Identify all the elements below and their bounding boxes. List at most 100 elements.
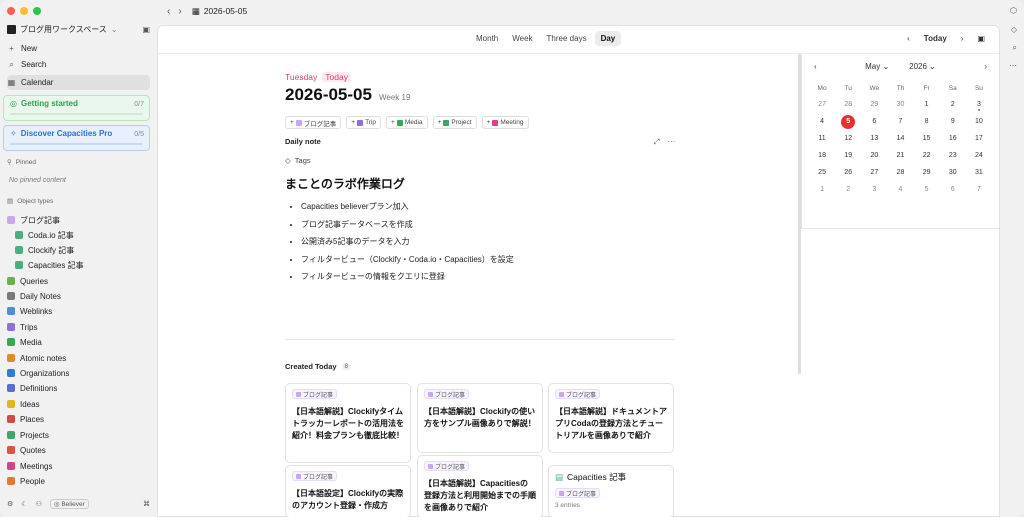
next-day-button[interactable]: › [961, 34, 964, 43]
calendar-day[interactable]: 6 [940, 181, 966, 198]
sidebar-item[interactable]: Media [7, 335, 42, 349]
sidebar-item[interactable]: Quotes [7, 443, 46, 457]
calendar-day[interactable]: 29 [861, 96, 887, 113]
calendar-day[interactable]: 26 [835, 164, 861, 181]
calendar-day[interactable]: 22 [914, 147, 940, 164]
getting-started-card[interactable]: ◎ Getting started 0/7 [3, 95, 150, 121]
calendar-day[interactable]: 27 [809, 96, 835, 113]
created-card[interactable]: ブログ記事 【日本語解説】ドキュメントアプリCodaの登録方法とチュートリアルを画… [548, 383, 674, 453]
month-select[interactable]: May ⌄ [865, 62, 889, 71]
sidebar-item[interactable]: Clockify 記事 [15, 243, 74, 257]
note-heading[interactable]: まことのラボ作業ログ [285, 175, 675, 192]
more-icon[interactable]: ⋯ [1009, 61, 1017, 70]
sidebar-item[interactable]: People [7, 474, 45, 488]
tab-view[interactable]: Three days [541, 31, 593, 46]
calendar-day[interactable]: 11 [809, 130, 835, 147]
bullet-item[interactable]: 公開済み5記事のデータを入力 [301, 233, 675, 251]
zoom-window-button[interactable] [33, 7, 41, 15]
bullet-item[interactable]: フィルタービュー（Clockify・Coda.io・Capacities）を設定 [301, 251, 675, 269]
calendar-day[interactable]: 17 [966, 130, 992, 147]
calendar-day[interactable]: 8 [914, 113, 940, 130]
sidebar-item[interactable]: Definitions [7, 381, 57, 395]
sidebar-item[interactable]: Organizations [7, 366, 69, 380]
calendar-day[interactable]: 6 [861, 113, 887, 130]
bullet-item[interactable]: Capacities believerプラン加入 [301, 198, 675, 216]
sidebar-item[interactable]: Weblinks [7, 304, 52, 318]
calendar-day[interactable]: 12 [835, 130, 861, 147]
calendar-day[interactable]: 23 [940, 147, 966, 164]
command-icon[interactable]: ⌘ [143, 500, 150, 508]
calendar-picker-icon[interactable]: ▣ [977, 34, 985, 43]
calendar-day[interactable]: 19 [835, 147, 861, 164]
year-select[interactable]: 2026 ⌄ [909, 62, 936, 71]
back-button[interactable]: ‹ [167, 6, 170, 17]
sidebar-item[interactable]: Coda.io 記事 [15, 228, 74, 242]
discover-pro-card[interactable]: ✧ Discover Capacities Pro 0/5 [3, 125, 150, 151]
bullet-item[interactable]: フィルタービューの情報をクエリに登録 [301, 268, 675, 286]
sidebar-toggle-icon[interactable]: ▣ [142, 25, 150, 34]
calendar-day[interactable]: 16 [940, 130, 966, 147]
calendar-day[interactable]: 27 [861, 164, 887, 181]
created-card[interactable]: ブログ記事 【日本語解説】Capacitiesの登録方法と利用開始までの手順を画像… [417, 455, 543, 517]
add-object-chip[interactable]: + Project [432, 116, 477, 129]
calendar-day[interactable]: 10 [966, 113, 992, 130]
calendar-day[interactable]: 30 [887, 96, 913, 113]
prev-day-button[interactable]: ‹ [907, 34, 910, 43]
calendar-day[interactable]: 24 [966, 147, 992, 164]
calendar-day[interactable]: 4 [887, 181, 913, 198]
tab-view[interactable]: Week [506, 31, 538, 46]
next-month-button[interactable]: › [984, 62, 987, 71]
calendar-day[interactable]: 9 [940, 113, 966, 130]
prev-month-button[interactable]: ‹ [814, 62, 817, 71]
calendar-day[interactable]: 13 [861, 130, 887, 147]
calendar-day[interactable]: 18 [809, 147, 835, 164]
created-card[interactable]: ブログ記事 【日本語解説】Clockifyの使い方をサンプル画像ありで解説！ [417, 383, 543, 453]
expand-icon[interactable]: ⤢ [654, 137, 660, 147]
sidebar-item[interactable]: Trips [7, 320, 37, 334]
calendar-day[interactable]: 20 [861, 147, 887, 164]
tab-view[interactable]: Day [594, 31, 622, 46]
calendar-day[interactable]: 7 [966, 181, 992, 198]
plan-badge[interactable]: ◎ Believer [49, 499, 89, 509]
sidebar-item[interactable]: Capacities 記事 [15, 258, 84, 272]
forward-button[interactable]: › [178, 6, 181, 17]
new-button[interactable]: + New [7, 41, 150, 56]
calendar-day[interactable]: 3 [966, 96, 992, 113]
sidebar-item[interactable]: Places [7, 412, 44, 426]
search-icon[interactable]: ⌕ [1013, 43, 1017, 53]
calendar-day[interactable]: 15 [914, 130, 940, 147]
add-object-chip[interactable]: + Media [386, 116, 428, 129]
calendar-day[interactable]: 2 [940, 96, 966, 113]
calendar-day[interactable]: 21 [887, 147, 913, 164]
sidebar-item[interactable]: Atomic notes [7, 351, 66, 365]
workspace-switcher[interactable]: ブログ用ワークスペース ⌄ ▣ [7, 23, 150, 35]
tag-icon[interactable]: ◇ [1011, 25, 1017, 34]
sidebar-item-calendar[interactable]: ▦ Calendar [7, 75, 150, 90]
calendar-day[interactable]: 7 [887, 113, 913, 130]
calendar-day[interactable]: 1 [809, 181, 835, 198]
calendar-day[interactable]: 31 [966, 164, 992, 181]
add-object-chip[interactable]: + Trip [346, 116, 382, 129]
pinned-header[interactable]: ⚲ Pinned [7, 158, 36, 167]
add-object-chip[interactable]: + Meeting [481, 116, 529, 129]
created-card[interactable]: ブログ記事 【日本語解説】Clockifyタイムトラッカーレポートの活用法を紹介！… [285, 383, 411, 463]
calendar-day[interactable]: 5 [914, 181, 940, 198]
tab-view[interactable]: Month [470, 31, 504, 46]
calendar-day[interactable]: 1 [914, 96, 940, 113]
settings-icon[interactable]: ⚙ [7, 500, 13, 508]
minimize-window-button[interactable] [20, 7, 28, 15]
sidebar-item[interactable]: Daily Notes [7, 289, 61, 303]
created-card[interactable]: ▤ Capacities 記事 ブログ記事 3 entries [548, 465, 674, 517]
sidebar-item[interactable]: Projects [7, 428, 49, 442]
object-types-header[interactable]: ▤ Object types [7, 197, 53, 206]
add-object-chip[interactable]: + ブログ記事 [285, 116, 342, 129]
calendar-day[interactable]: 5 [835, 113, 861, 130]
sidebar-item[interactable]: Meetings [7, 459, 52, 473]
calendar-day[interactable]: 28 [835, 96, 861, 113]
calendar-day[interactable]: 4 [809, 113, 835, 130]
account-icon[interactable]: ⚇ [36, 500, 42, 508]
calendar-day[interactable]: 30 [940, 164, 966, 181]
search-button[interactable]: ⌕ Search [7, 57, 150, 72]
calendar-day[interactable]: 2 [835, 181, 861, 198]
calendar-day[interactable]: 29 [914, 164, 940, 181]
